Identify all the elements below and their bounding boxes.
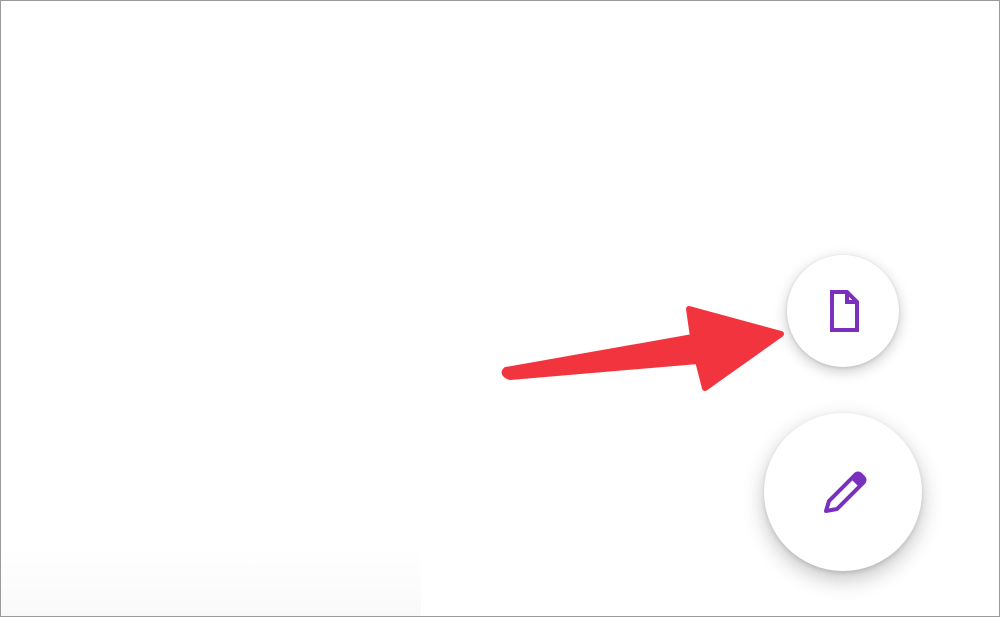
bottom-shade bbox=[1, 546, 421, 616]
pencil-icon bbox=[813, 462, 873, 522]
document-icon bbox=[819, 286, 867, 336]
app-screen bbox=[0, 0, 1000, 617]
new-document-button[interactable] bbox=[787, 255, 899, 367]
compose-button[interactable] bbox=[764, 413, 922, 571]
